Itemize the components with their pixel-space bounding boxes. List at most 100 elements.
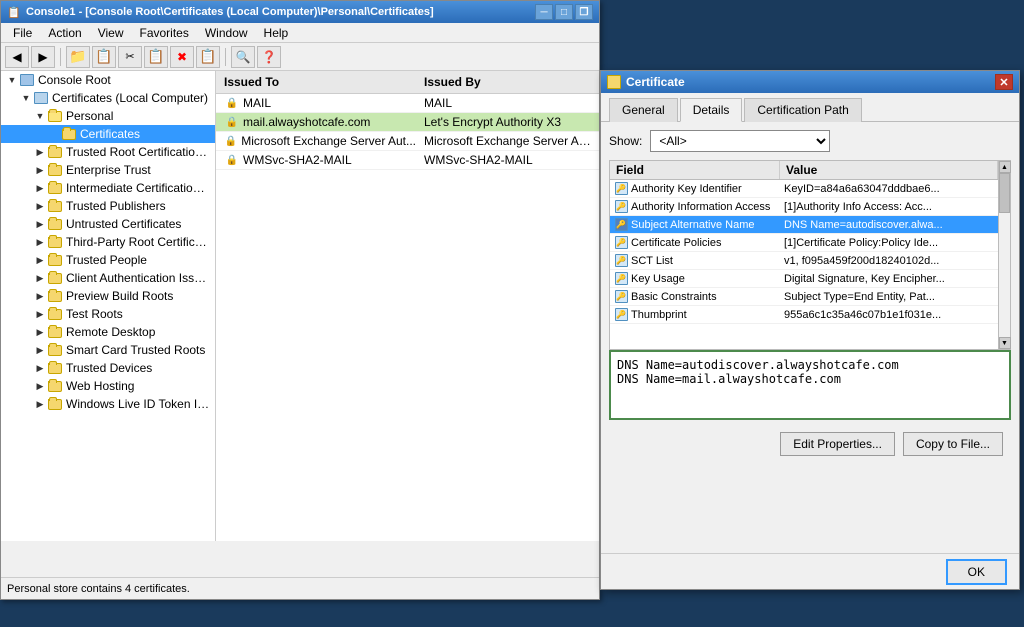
client-auth-icon xyxy=(47,270,63,286)
field-name-authority-key: 🔑 Authority Key Identifier xyxy=(610,182,780,196)
console-root-icon xyxy=(19,72,35,88)
smart-card-label: Smart Card Trusted Roots xyxy=(66,343,205,357)
show-select[interactable]: <All> xyxy=(650,130,830,152)
scroll-up-button[interactable]: ▲ xyxy=(999,161,1011,173)
field-row-subject-alt[interactable]: 🔑 Subject Alternative Name DNS Name=auto… xyxy=(610,216,998,234)
tree-item-trusted-people[interactable]: ▶ Trusted People xyxy=(1,251,215,269)
tree-item-windows-live[interactable]: ▶ Windows Live ID Token Issu... xyxy=(1,395,215,413)
tree-item-client-auth[interactable]: ▶ Client Authentication Issue... xyxy=(1,269,215,287)
untrusted-label: Untrusted Certificates xyxy=(66,217,181,231)
cert-row-wmsvc[interactable]: 🔒 WMSvc-SHA2-MAIL WMSvc-SHA2-MAIL xyxy=(216,151,599,170)
tree-item-web-hosting[interactable]: ▶ Web Hosting xyxy=(1,377,215,395)
tree-item-certs-local[interactable]: ▼ Certificates (Local Computer) xyxy=(1,89,215,107)
cert-name-wmsvc: 🔒 WMSvc-SHA2-MAIL xyxy=(220,151,420,169)
tab-general[interactable]: General xyxy=(609,98,678,122)
tree-item-certificates[interactable]: Certificates xyxy=(1,125,215,143)
tree-item-preview-build[interactable]: ▶ Preview Build Roots xyxy=(1,287,215,305)
field-row-cert-policies[interactable]: 🔑 Certificate Policies [1]Certificate Po… xyxy=(610,234,998,252)
menu-view[interactable]: View xyxy=(90,24,132,42)
back-button[interactable]: ◀ xyxy=(5,46,29,68)
field-icon-thumbprint: 🔑 xyxy=(614,308,628,322)
expand-personal: ▼ xyxy=(33,111,47,121)
third-party-icon xyxy=(47,234,63,250)
status-bar: Personal store contains 4 certificates. xyxy=(1,577,599,599)
paste-button[interactable]: 📋 xyxy=(144,46,168,68)
expand-third-party: ▶ xyxy=(33,237,47,248)
certs-local-icon xyxy=(33,90,49,106)
tree-item-third-party[interactable]: ▶ Third-Party Root Certificate... xyxy=(1,233,215,251)
cert-row-exchange[interactable]: 🔒 Microsoft Exchange Server Aut... Micro… xyxy=(216,132,599,151)
field-row-sct-list[interactable]: 🔑 SCT List v1, f095a459f200d18240102d... xyxy=(610,252,998,270)
copy-to-file-button[interactable]: Copy to File... xyxy=(903,432,1003,456)
tree-item-enterprise[interactable]: ▶ Enterprise Trust xyxy=(1,161,215,179)
cert-row-mail[interactable]: 🔒 MAIL MAIL xyxy=(216,94,599,113)
edit-properties-button[interactable]: Edit Properties... xyxy=(780,432,895,456)
cut-button[interactable]: ✂ xyxy=(118,46,142,68)
issued-by-header[interactable]: Issued By xyxy=(420,73,595,91)
field-row-authority-info[interactable]: 🔑 Authority Information Access [1]Author… xyxy=(610,198,998,216)
field-value-authority-key: KeyID=a84a6a63047dddbae6... xyxy=(780,183,998,195)
minimize-button[interactable]: ─ xyxy=(535,4,553,20)
delete-button[interactable]: ✖ xyxy=(170,46,194,68)
ok-button[interactable]: OK xyxy=(946,559,1007,585)
field-name-authority-info: 🔑 Authority Information Access xyxy=(610,200,780,214)
tree-item-personal[interactable]: ▼ Personal xyxy=(1,107,215,125)
field-row-thumbprint[interactable]: 🔑 Thumbprint 955a6c1c35a46c07b1e1f031e..… xyxy=(610,306,998,324)
expand-certs-local: ▼ xyxy=(19,93,33,103)
forward-button[interactable]: ▶ xyxy=(31,46,55,68)
export-button[interactable]: 📋 xyxy=(196,46,220,68)
cert-name-exchange: 🔒 Microsoft Exchange Server Aut... xyxy=(220,132,420,150)
main-window-title: Console1 - [Console Root\Certificates (L… xyxy=(26,6,535,18)
tree-item-trusted-devices[interactable]: ▶ Trusted Devices xyxy=(1,359,215,377)
field-value-authority-info: [1]Authority Info Access: Acc... xyxy=(780,201,998,213)
expand-trusted-publishers: ▶ xyxy=(33,201,47,212)
fields-scrollbar[interactable]: ▲ ▼ xyxy=(998,161,1010,349)
certificates-label: Certificates xyxy=(80,127,140,141)
scroll-down-button[interactable]: ▼ xyxy=(999,337,1011,349)
value-line-1: DNS Name=autodiscover.alwayshotcafe.com xyxy=(617,358,1003,372)
search-button[interactable]: 🔍 xyxy=(231,46,255,68)
tree-item-console-root[interactable]: ▼ Console Root xyxy=(1,71,215,89)
issued-to-header[interactable]: Issued To xyxy=(220,73,420,91)
trusted-people-label: Trusted People xyxy=(66,253,147,267)
field-row-basic-constraints[interactable]: 🔑 Basic Constraints Subject Type=End Ent… xyxy=(610,288,998,306)
menu-favorites[interactable]: Favorites xyxy=(132,24,197,42)
untrusted-icon xyxy=(47,216,63,232)
expand-remote-desktop: ▶ xyxy=(33,327,47,338)
tab-certification-path[interactable]: Certification Path xyxy=(744,98,861,122)
menu-help[interactable]: Help xyxy=(256,24,297,42)
tree-item-test-roots[interactable]: ▶ Test Roots xyxy=(1,305,215,323)
dialog-action-buttons: Edit Properties... Copy to File... xyxy=(609,428,1011,460)
expand-untrusted: ▶ xyxy=(33,219,47,230)
tree-item-smart-card[interactable]: ▶ Smart Card Trusted Roots xyxy=(1,341,215,359)
copy-button[interactable]: 📋 xyxy=(92,46,116,68)
expand-intermediate: ▶ xyxy=(33,183,47,194)
field-value-sct-list: v1, f095a459f200d18240102d... xyxy=(780,255,998,267)
toolbar: ◀ ▶ 📁 📋 ✂ 📋 ✖ 📋 🔍 ❓ xyxy=(1,43,599,71)
fields-table-scroll[interactable]: Field Value 🔑 Authority Key Identifier K… xyxy=(610,161,998,349)
field-row-authority-key[interactable]: 🔑 Authority Key Identifier KeyID=a84a6a6… xyxy=(610,180,998,198)
open-button[interactable]: 📁 xyxy=(66,46,90,68)
cert-row-alwayshotcafe[interactable]: 🔒 mail.alwayshotcafe.com Let's Encrypt A… xyxy=(216,113,599,132)
tree-item-untrusted[interactable]: ▶ Untrusted Certificates xyxy=(1,215,215,233)
preview-build-icon xyxy=(47,288,63,304)
dialog-close-button[interactable]: ✕ xyxy=(995,74,1013,90)
restore-button[interactable]: ❐ xyxy=(575,4,593,20)
tab-details[interactable]: Details xyxy=(680,98,743,122)
help-button[interactable]: ❓ xyxy=(257,46,281,68)
tree-item-remote-desktop[interactable]: ▶ Remote Desktop xyxy=(1,323,215,341)
scroll-thumb[interactable] xyxy=(999,173,1010,213)
certificate-dialog: Certificate ✕ General Details Certificat… xyxy=(600,70,1020,590)
enterprise-icon xyxy=(47,162,63,178)
windows-live-icon xyxy=(47,396,63,412)
client-auth-label: Client Authentication Issue... xyxy=(66,271,211,285)
field-row-key-usage[interactable]: 🔑 Key Usage Digital Signature, Key Encip… xyxy=(610,270,998,288)
tree-item-intermediate[interactable]: ▶ Intermediate Certification A... xyxy=(1,179,215,197)
menu-action[interactable]: Action xyxy=(40,24,89,42)
maximize-button[interactable]: □ xyxy=(555,4,573,20)
tree-item-trusted-root[interactable]: ▶ Trusted Root Certification A... xyxy=(1,143,215,161)
menu-window[interactable]: Window xyxy=(197,24,256,42)
expand-console-root: ▼ xyxy=(5,75,19,85)
menu-file[interactable]: File xyxy=(5,24,40,42)
tree-item-trusted-publishers[interactable]: ▶ Trusted Publishers xyxy=(1,197,215,215)
